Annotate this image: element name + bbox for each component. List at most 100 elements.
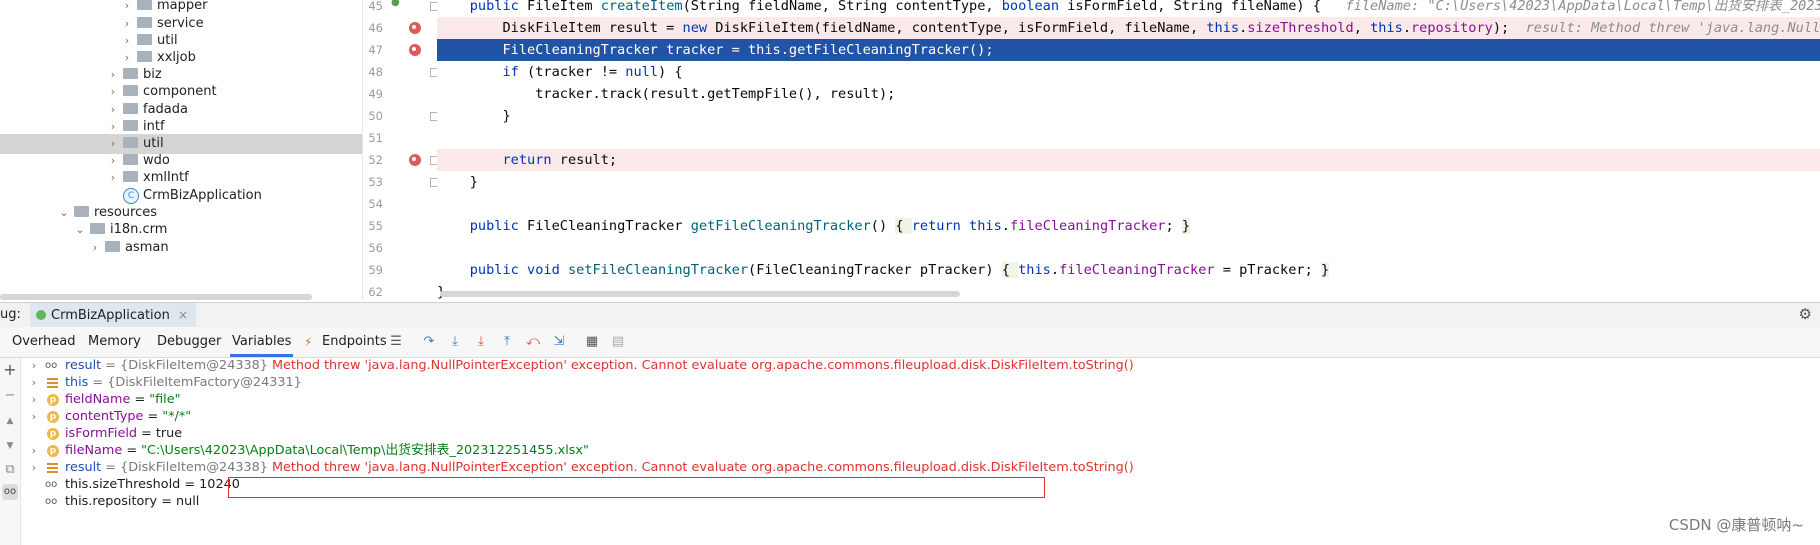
code-token: .: [1001, 218, 1010, 234]
debug-label: ug:: [0, 307, 21, 322]
code-token: );: [1492, 20, 1526, 36]
line-number: 47: [368, 43, 383, 57]
trace-icon[interactable]: ▤: [610, 334, 626, 350]
add-watch-icon[interactable]: +: [2, 362, 18, 378]
code-token: return this: [911, 218, 1002, 234]
chevron-icon[interactable]: ›: [106, 168, 120, 188]
code-line[interactable]: if (tracker != null) {: [437, 61, 1820, 83]
tab-debugger[interactable]: Debugger: [155, 327, 223, 357]
inline-debug-value: result: Method threw 'java.lang.NullPo: [1525, 20, 1820, 36]
code-line[interactable]: tracker.track(result.getTempFile(), resu…: [437, 83, 1820, 105]
inline-debug-value: fileName: "C:\Users\42023\AppData\Local\…: [1345, 0, 1820, 14]
step-into-icon[interactable]: ⤓: [447, 334, 463, 350]
folder-icon: [123, 85, 138, 96]
gear-icon[interactable]: ⚙: [1799, 305, 1812, 323]
method-breakpoint-icon[interactable]: ●: [391, 0, 400, 8]
chevron-icon[interactable]: ⌄: [73, 220, 87, 240]
code-line[interactable]: public FileItem createItem(String fieldN…: [437, 0, 1820, 17]
parameter-icon: p: [47, 394, 59, 406]
tree-item-label: mapper: [157, 0, 208, 13]
tab-overhead[interactable]: Overhead: [10, 327, 78, 357]
code-line[interactable]: }: [437, 105, 1820, 127]
code-token: new: [682, 20, 716, 36]
duplicate-icon[interactable]: ⧉: [2, 462, 18, 478]
code-line[interactable]: DiskFileItem result = new DiskFileItem(f…: [437, 17, 1820, 39]
line-number: 62: [368, 285, 383, 299]
code-token: (): [870, 218, 896, 234]
tab-variables[interactable]: Variables: [230, 327, 294, 357]
folder-icon: [123, 103, 138, 114]
code-line[interactable]: return result;: [437, 149, 1820, 171]
folder-icon: [90, 223, 105, 234]
watch-icon: oo: [45, 496, 58, 507]
current-execution-line[interactable]: FileCleaningTracker tracker = this.getFi…: [437, 39, 1820, 61]
chevron-icon[interactable]: ›: [106, 82, 120, 102]
tree-item[interactable]: › component: [106, 82, 217, 102]
force-step-into-icon[interactable]: ⤓: [473, 334, 489, 350]
tab-endpoints[interactable]: Endpoints: [320, 327, 389, 357]
folder-icon: [137, 51, 152, 62]
close-icon[interactable]: ×: [178, 308, 188, 322]
code-token: sizeThreshold: [1247, 20, 1354, 36]
code-token: = pTracker;: [1214, 262, 1321, 278]
evaluate-expression-icon[interactable]: ▦: [584, 334, 600, 350]
drop-frame-icon[interactable]: ⤺: [525, 334, 541, 350]
code-token: ;: [1165, 218, 1182, 234]
line-number: 49: [368, 87, 383, 101]
code-line[interactable]: [437, 127, 1820, 149]
line-number: 53: [368, 175, 383, 189]
debug-session-tab[interactable]: CrmBizApplication ×: [30, 303, 197, 329]
chevron-icon[interactable]: ›: [88, 238, 102, 258]
code-line[interactable]: [437, 193, 1820, 215]
line-number: 50: [368, 109, 383, 123]
code-editor[interactable]: public FileItem createItem(String fieldN…: [437, 0, 1820, 300]
tree-horizontal-scrollbar[interactable]: [0, 294, 312, 300]
tree-item[interactable]: ⌄ i18n.crm: [73, 220, 167, 240]
variable-name: result: [65, 358, 102, 373]
code-line[interactable]: public FileCleaningTracker getFileCleani…: [437, 215, 1820, 237]
code-token: null: [625, 64, 659, 80]
code-token: isFormField, String fileName) {: [1067, 0, 1346, 14]
code-line[interactable]: [437, 237, 1820, 259]
list-icon: [47, 378, 58, 388]
code-token: fileCleaningTracker: [1009, 218, 1166, 234]
code-token: this: [1018, 262, 1051, 278]
folder-icon: [123, 171, 138, 182]
tree-item[interactable]: › xmlIntf: [106, 168, 189, 188]
variable-value: = {DiskFileItem@24338}: [101, 358, 272, 373]
tree-item[interactable]: › util: [0, 134, 362, 154]
step-out-icon[interactable]: ⤒: [499, 334, 515, 350]
class-icon: C: [123, 188, 139, 204]
run-to-cursor-icon[interactable]: ⇲: [551, 334, 567, 350]
parameter-icon: p: [47, 445, 59, 457]
code-line[interactable]: public void setFileCleaningTracker(FileC…: [437, 259, 1820, 281]
breakpoint-icon[interactable]: [409, 154, 421, 166]
remove-watch-icon[interactable]: −: [2, 388, 18, 404]
code-token: getFileCleaningTracker: [690, 218, 871, 234]
move-down-icon[interactable]: ▼: [2, 438, 18, 454]
breakpoint-icon[interactable]: [409, 22, 421, 34]
variable-name: fileName: [65, 443, 123, 458]
move-up-icon[interactable]: ▲: [2, 413, 18, 429]
watches-icon[interactable]: oo: [2, 484, 18, 500]
tree-item-label: i18n.crm: [110, 222, 168, 237]
tab-memory[interactable]: Memory: [86, 327, 143, 357]
menu-icon[interactable]: ☰: [388, 334, 404, 350]
code-token: this: [1370, 20, 1403, 36]
folder-icon: [137, 17, 152, 28]
variables-side-toolbar: + − ▲ ▼ ⧉ oo: [0, 358, 21, 545]
code-token: (tracker !=: [527, 64, 626, 80]
code-token: tracker.track(result.getTempFile(), resu…: [437, 86, 896, 102]
tree-item[interactable]: › asman: [88, 238, 169, 258]
editor-horizontal-scrollbar[interactable]: [440, 291, 960, 297]
run-config-icon: [36, 310, 46, 320]
code-token: }: [437, 108, 511, 124]
line-number: 52: [368, 153, 383, 167]
chevron-icon[interactable]: ⌄: [57, 203, 71, 223]
code-token: createItem: [600, 0, 683, 14]
step-over-icon[interactable]: ↷: [421, 334, 437, 350]
code-line[interactable]: }: [437, 171, 1820, 193]
folder-icon: [123, 154, 138, 165]
breakpoint-icon[interactable]: [409, 44, 421, 56]
